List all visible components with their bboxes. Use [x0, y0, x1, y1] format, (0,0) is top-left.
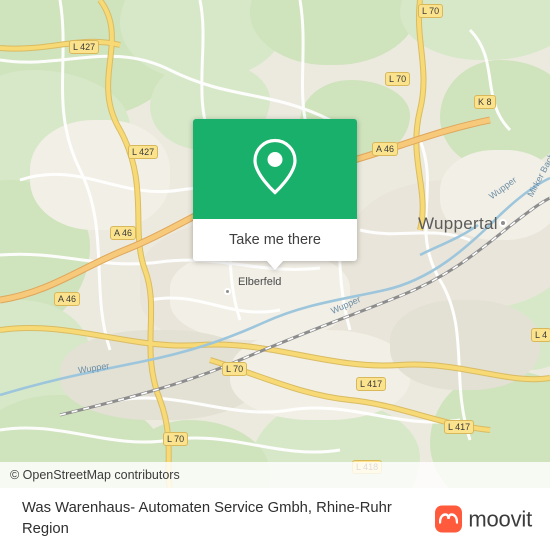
take-me-there-button[interactable]: Take me there: [193, 219, 357, 270]
moovit-logo-icon: [435, 505, 463, 533]
city-label-wuppertal: Wuppertal: [418, 214, 498, 233]
road-shield: A 46: [372, 142, 399, 156]
place-title: Was Warenhaus- Automaten Service Gmbh, R…: [22, 500, 392, 537]
footer-bar: Was Warenhaus- Automaten Service Gmbh, R…: [0, 488, 550, 550]
moovit-wordmark: moovit: [468, 506, 532, 531]
place-dot-elberfeld: [224, 288, 231, 295]
road-shield: L 70: [418, 4, 444, 18]
road-shield: L 427: [128, 145, 159, 159]
road-shield: L 70: [385, 72, 411, 86]
place-dot-wuppertal: [499, 219, 507, 227]
map-pin-icon: [252, 138, 298, 200]
road-shield: L 417: [444, 420, 475, 434]
road-shield: A 46: [110, 226, 137, 240]
osm-attribution: © OpenStreetMap contributors: [0, 462, 550, 488]
take-me-there-label: Take me there: [229, 232, 321, 248]
osm-attribution-label: © OpenStreetMap contributors: [10, 468, 180, 482]
map-callout[interactable]: Take me there: [193, 119, 357, 270]
road-shield: L 70: [163, 432, 189, 446]
place-label-elberfeld: Elberfeld: [238, 276, 282, 288]
moovit-brand[interactable]: moovit: [435, 505, 532, 533]
road-shield: K 8: [474, 95, 496, 109]
road-shield: L 4: [531, 328, 550, 342]
road-shield: A 46: [54, 292, 81, 306]
road-shield: L 70: [222, 362, 248, 376]
callout-image-area: [193, 119, 357, 219]
map-canvas[interactable]: Elberfeld Wuppertal Wupper Wupper Wupper…: [0, 0, 550, 488]
road-shield: L 417: [356, 377, 387, 391]
road-shield: L 427: [69, 40, 100, 54]
map-screenshot: Elberfeld Wuppertal Wupper Wupper Wupper…: [0, 0, 550, 550]
callout-tail: [266, 260, 284, 270]
